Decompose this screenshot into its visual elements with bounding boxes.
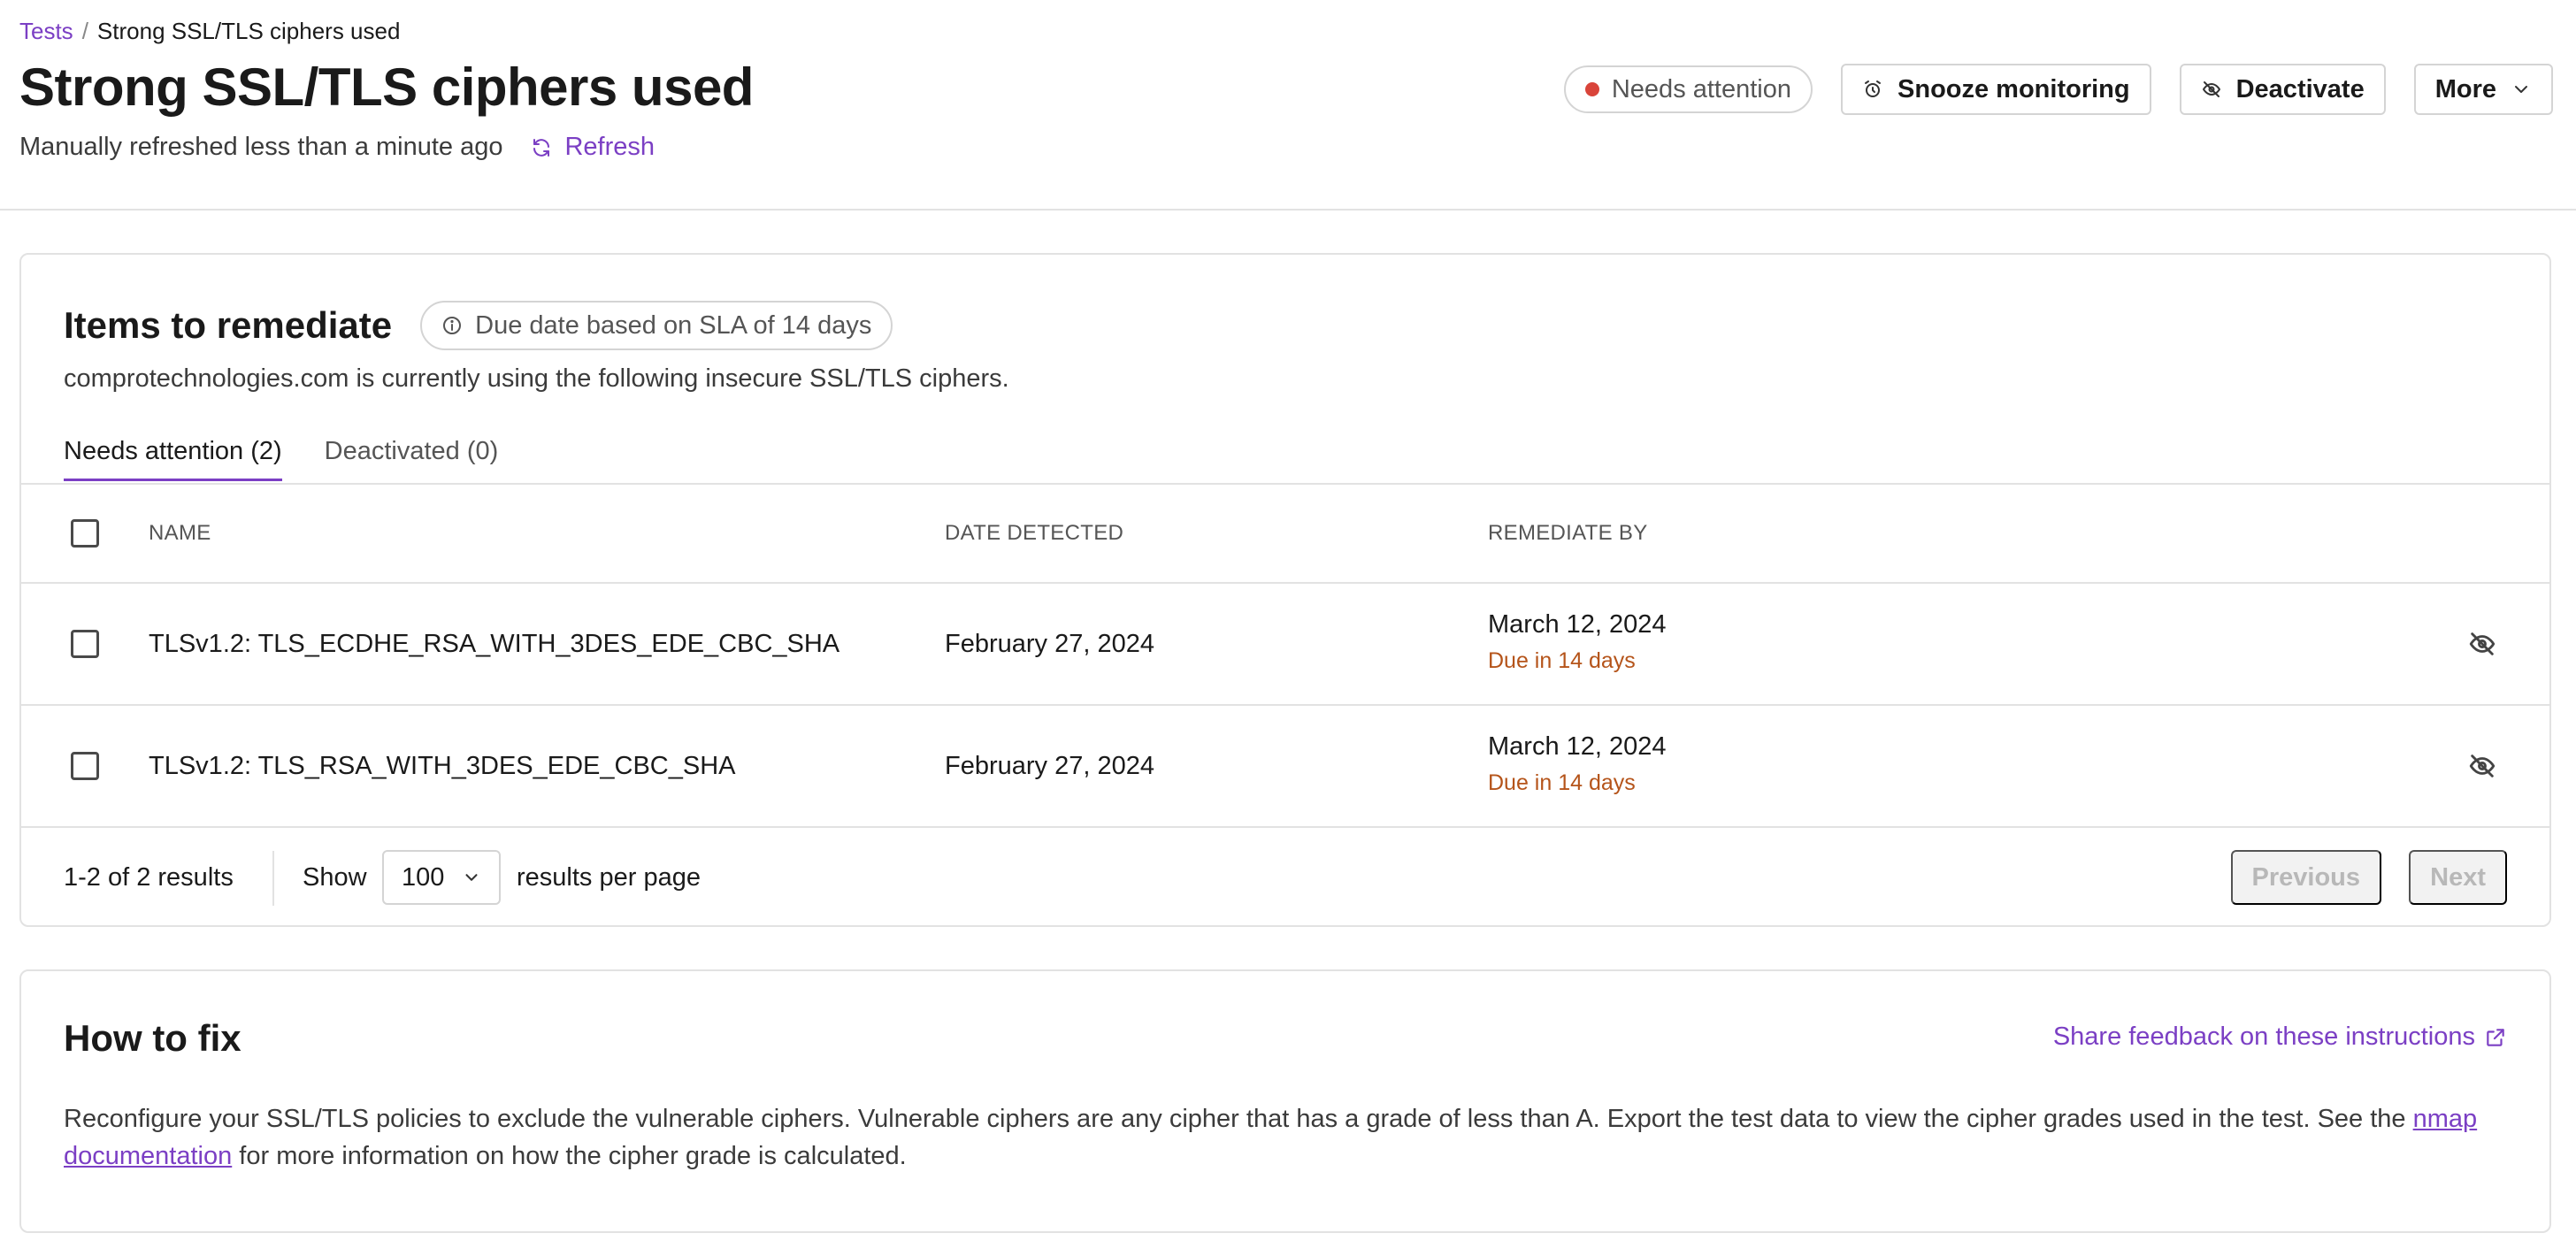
- page-title: Strong SSL/TLS ciphers used: [19, 57, 754, 117]
- cipher-name: TLSv1.2: TLS_RSA_WITH_3DES_EDE_CBC_SHA: [149, 751, 736, 780]
- per-page-value: 100: [402, 862, 445, 892]
- due-status: Due in 14 days: [1488, 770, 1636, 795]
- eye-off-icon: [2469, 632, 2496, 655]
- info-icon: [443, 317, 462, 334]
- alarm-clock-icon: [1865, 80, 1882, 97]
- tab-deactivated[interactable]: Deactivated (0): [325, 437, 499, 481]
- show-label: Show: [303, 862, 367, 892]
- column-header-name[interactable]: NAME: [149, 521, 211, 546]
- status-label: Needs attention: [1611, 74, 1792, 103]
- header-divider: [0, 209, 2576, 211]
- refresh-icon: [533, 138, 550, 157]
- table-row: TLSv1.2: TLS_ECDHE_RSA_WITH_3DES_EDE_CBC…: [21, 584, 2549, 706]
- items-to-remediate-card: Items to remediate Due date based on SLA…: [19, 253, 2551, 927]
- more-button[interactable]: More: [2413, 64, 2553, 115]
- snooze-monitoring-button[interactable]: Snooze monitoring: [1841, 64, 2151, 115]
- refresh-button[interactable]: Refresh: [531, 133, 655, 162]
- date-detected: February 27, 2024: [945, 751, 1154, 780]
- refresh-label: Refresh: [564, 133, 656, 161]
- feedback-label: Share feedback on these instructions: [2052, 1022, 2475, 1051]
- fix-text-before: Reconfigure your SSL/TLS policies to exc…: [64, 1105, 2413, 1133]
- remediate-title-row: Items to remediate Due date based on SLA…: [64, 301, 893, 350]
- refresh-row: Manually refreshed less than a minute ag…: [19, 133, 655, 162]
- pagination: 1-2 of 2 results Show 100 results per pa…: [21, 828, 2549, 927]
- external-link-icon: [2487, 1028, 2504, 1046]
- remediate-by-date: March 12, 2024: [1488, 732, 1667, 761]
- remediate-by-date: March 12, 2024: [1488, 610, 1667, 639]
- header-actions: Needs attention Snooze monitoring Deacti…: [1563, 64, 2553, 115]
- status-dot-icon: [1584, 82, 1599, 96]
- status-badge: Needs attention: [1563, 65, 1813, 113]
- tab-needs-attention[interactable]: Needs attention (2): [64, 437, 282, 481]
- remediate-title: Items to remediate: [64, 304, 393, 346]
- deactivate-row-button[interactable]: [2465, 626, 2500, 662]
- deactivate-label: Deactivate: [2235, 74, 2365, 103]
- breadcrumb: Tests / Strong SSL/TLS ciphers used: [19, 18, 400, 45]
- remediate-tabs: Needs attention (2) Deactivated (0): [64, 437, 498, 481]
- breadcrumb-separator: /: [81, 18, 88, 44]
- due-status: Due in 14 days: [1488, 648, 1636, 673]
- select-all-checkbox[interactable]: [71, 519, 99, 548]
- chevron-down-icon: [2515, 86, 2527, 93]
- sla-label: Due date based on SLA of 14 days: [475, 310, 872, 340]
- cipher-name: TLSv1.2: TLS_ECDHE_RSA_WITH_3DES_EDE_CBC…: [149, 629, 840, 658]
- row-checkbox[interactable]: [71, 752, 99, 780]
- remediate-by-cell: March 12, 2024 Due in 14 days: [1488, 610, 1667, 674]
- remediate-description: comprotechnologies.com is currently usin…: [64, 364, 1009, 393]
- breadcrumb-tests-link[interactable]: Tests: [19, 18, 73, 45]
- pagination-divider: [272, 851, 274, 906]
- column-header-date-detected[interactable]: DATE DETECTED: [945, 521, 1123, 546]
- previous-page-button[interactable]: Previous: [2230, 850, 2381, 905]
- date-detected: February 27, 2024: [945, 629, 1154, 658]
- how-to-fix-title: How to fix: [64, 1017, 242, 1059]
- eye-off-icon: [2202, 81, 2220, 97]
- row-checkbox[interactable]: [71, 630, 99, 658]
- refresh-status: Manually refreshed less than a minute ag…: [19, 133, 503, 161]
- share-feedback-link[interactable]: Share feedback on these instructions: [2053, 1022, 2507, 1052]
- chevron-down-icon: [465, 874, 478, 881]
- eye-off-icon: [2469, 754, 2496, 777]
- remediate-by-cell: March 12, 2024 Due in 14 days: [1488, 732, 1667, 796]
- remediate-table: NAME DATE DETECTED REMEDIATE BY TLSv1.2:…: [21, 485, 2549, 828]
- table-row: TLSv1.2: TLS_RSA_WITH_3DES_EDE_CBC_SHA F…: [21, 706, 2549, 828]
- deactivate-row-button[interactable]: [2465, 748, 2500, 784]
- column-header-remediate-by[interactable]: REMEDIATE BY: [1488, 521, 1648, 546]
- breadcrumb-current: Strong SSL/TLS ciphers used: [96, 18, 401, 44]
- fix-text-after: for more information on how the cipher g…: [232, 1142, 907, 1170]
- sla-badge: Due date based on SLA of 14 days: [420, 301, 893, 350]
- per-page-label: results per page: [517, 862, 701, 892]
- snooze-label: Snooze monitoring: [1898, 74, 2130, 103]
- more-label: More: [2434, 74, 2496, 103]
- per-page-select[interactable]: 100: [382, 850, 501, 905]
- deactivate-button[interactable]: Deactivate: [2179, 64, 2386, 115]
- table-header: NAME DATE DETECTED REMEDIATE BY: [21, 485, 2549, 584]
- how-to-fix-card: How to fix Share feedback on these instr…: [19, 969, 2551, 1233]
- how-to-fix-instructions: Reconfigure your SSL/TLS policies to exc…: [64, 1100, 2514, 1175]
- results-count: 1-2 of 2 results: [64, 862, 234, 892]
- next-page-button[interactable]: Next: [2409, 850, 2507, 905]
